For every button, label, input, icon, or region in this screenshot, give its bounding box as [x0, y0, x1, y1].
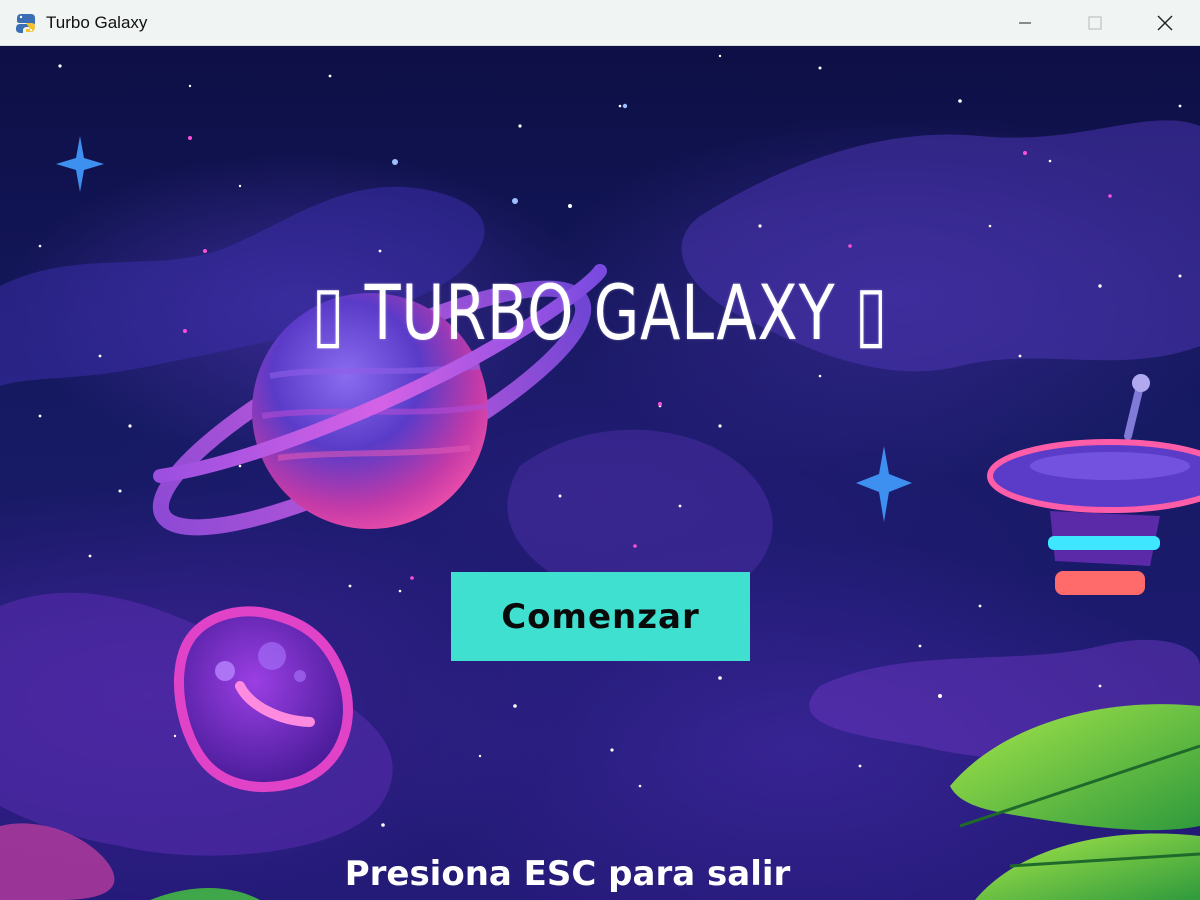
snake-icon: [16, 14, 35, 33]
game-window: Turbo Galaxy ▯ TURBO GALAXY ▯ Comenzar P…: [0, 0, 1200, 900]
minimize-icon: [1019, 22, 1031, 24]
start-button[interactable]: Comenzar: [451, 572, 750, 661]
close-button[interactable]: [1130, 0, 1200, 46]
maximize-icon: [1088, 16, 1102, 30]
close-icon: [1157, 15, 1173, 31]
space-background: [0, 54, 1200, 900]
window-title: Turbo Galaxy: [46, 13, 148, 32]
sparkle-star: [56, 136, 104, 192]
asteroid: [173, 606, 353, 792]
game-canvas[interactable]: ▯ TURBO GALAXY ▯ Comenzar Presiona ESC p…: [0, 46, 1200, 900]
blue-star-field: [392, 103, 628, 204]
exit-hint: Presiona ESC para salir: [344, 854, 791, 894]
sparkle-star: [856, 446, 912, 522]
minimize-button[interactable]: [990, 0, 1060, 46]
maximize-button[interactable]: [1060, 0, 1130, 46]
ufo: [987, 374, 1200, 595]
title-bar[interactable]: Turbo Galaxy: [0, 0, 1200, 46]
game-title: ▯ TURBO GALAXY ▯: [311, 268, 889, 357]
